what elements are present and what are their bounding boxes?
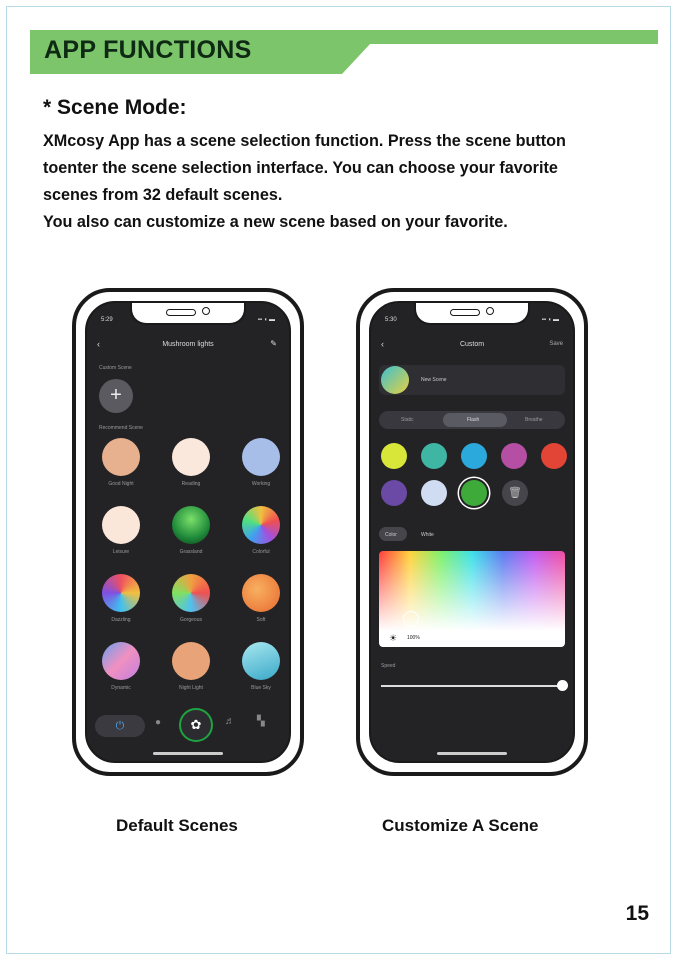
color-swatch[interactable] xyxy=(541,443,567,469)
scene-label: Grassland xyxy=(179,549,203,555)
home-indicator xyxy=(437,752,507,755)
scene-name-row[interactable]: New Scene xyxy=(379,365,565,395)
mode-flash[interactable]: Flash xyxy=(467,417,479,423)
scene-label: Colorful xyxy=(252,549,270,555)
scene-label: Dynamic xyxy=(111,685,131,691)
body-line-2: toenter the scene selection interface. Y… xyxy=(43,159,558,177)
scene-night-light-circle[interactable] xyxy=(172,642,210,680)
color-swatch[interactable] xyxy=(421,480,447,506)
scene-label: Dazzling xyxy=(111,617,131,623)
speed-slider-track[interactable] xyxy=(381,685,561,687)
scene-label: Leisure xyxy=(112,549,130,555)
scene-grassland-circle[interactable] xyxy=(172,506,210,544)
header-title: APP FUNCTIONS xyxy=(44,36,252,64)
status-icons: ▪▪ ◖ ▬ xyxy=(541,317,559,323)
save-button[interactable]: Save xyxy=(549,341,563,347)
color-tab-label: Color xyxy=(385,532,397,538)
scene-leisure-circle[interactable] xyxy=(102,506,140,544)
left-phone-mockup: 5:29 ▪▪ ◖ ▬ ‹ Mushroom lights ✎ Custom S… xyxy=(72,288,304,776)
delete-color-icon[interactable]: 🗑 xyxy=(502,480,528,506)
scene-name: New Scene xyxy=(421,377,447,383)
status-time: 5:29 xyxy=(101,317,113,323)
scene-preview-circle xyxy=(381,366,409,394)
caption-default-scenes: Default Scenes xyxy=(116,816,238,835)
mode-selector: Static Flash Breathe xyxy=(379,411,565,429)
mode-static[interactable]: Static xyxy=(401,417,414,423)
scene-reading-circle[interactable] xyxy=(172,438,210,476)
scene-gorgeous-circle[interactable] xyxy=(172,574,210,612)
phone-notch xyxy=(414,303,530,325)
left-phone-screen: 5:29 ▪▪ ◖ ▬ ‹ Mushroom lights ✎ Custom S… xyxy=(85,301,291,763)
bulb-icon[interactable]: ● xyxy=(155,717,161,728)
home-indicator xyxy=(153,752,223,755)
nav-title: Mushroom lights xyxy=(162,341,214,348)
scene-dazzling-circle[interactable] xyxy=(102,574,140,612)
scene-label: Soft xyxy=(256,617,266,623)
custom-scene-label: Custom Scene xyxy=(99,365,132,371)
brightness-bar[interactable]: ☀ 100% xyxy=(379,631,565,647)
scene-blue-sky-circle[interactable] xyxy=(242,642,280,680)
scene-label: Good Night xyxy=(108,481,134,487)
palette-icon[interactable]: ✿ xyxy=(179,708,213,742)
color-swatch[interactable] xyxy=(461,443,487,469)
speed-label: Speed xyxy=(381,663,396,669)
body-line-1: XMcosy App has a scene selection functio… xyxy=(43,132,566,150)
body-line-4: You also can customize a new scene based… xyxy=(43,213,508,231)
color-swatch[interactable] xyxy=(421,443,447,469)
phone-notch xyxy=(130,303,246,325)
scene-label: Night Light xyxy=(179,685,203,691)
right-phone-mockup: 5:30 ▪▪ ◖ ▬ ‹ Custom Save New Scene Stat… xyxy=(356,288,588,776)
right-phone-screen: 5:30 ▪▪ ◖ ▬ ‹ Custom Save New Scene Stat… xyxy=(369,301,575,763)
nav-title: Custom xyxy=(459,341,485,348)
body-line-3: scenes from 32 default scenes. xyxy=(43,186,283,204)
scene-label: Blue Sky xyxy=(251,685,271,691)
scene-colorful-circle[interactable] xyxy=(242,506,280,544)
caption-customize-scene: Customize A Scene xyxy=(382,816,539,835)
scene-label: Working xyxy=(251,481,271,487)
music-icon[interactable]: ♬ xyxy=(225,716,235,727)
edit-icon[interactable]: ✎ xyxy=(270,339,277,348)
color-swatch[interactable] xyxy=(381,443,407,469)
color-swatch[interactable] xyxy=(501,443,527,469)
sun-icon: ☀ xyxy=(389,633,398,643)
color-swatch[interactable] xyxy=(461,480,487,506)
mode-breathe[interactable]: Breathe xyxy=(525,417,543,423)
scene-dynamic-circle[interactable] xyxy=(102,642,140,680)
power-icon[interactable]: ⏻ xyxy=(95,715,145,737)
white-tab[interactable]: White xyxy=(421,532,434,538)
scene-label: Gorgeous xyxy=(180,617,202,623)
recommend-scene-label: Recommend Scene xyxy=(99,425,143,431)
scene-working-circle[interactable] xyxy=(242,438,280,476)
scene-soft-circle[interactable] xyxy=(242,574,280,612)
color-swatch[interactable] xyxy=(381,480,407,506)
status-icons: ▪▪ ◖ ▬ xyxy=(257,317,275,323)
speed-slider-thumb[interactable] xyxy=(557,680,568,691)
status-time: 5:30 xyxy=(385,317,397,323)
color-picker-handle[interactable] xyxy=(403,611,419,627)
scene-good-night-circle[interactable] xyxy=(102,438,140,476)
grid-icon[interactable]: ▚ xyxy=(257,716,265,727)
page-number: 15 xyxy=(625,902,649,925)
plus-icon[interactable]: + xyxy=(99,379,133,413)
scene-label: Reading xyxy=(181,481,201,487)
brightness-value: 100% xyxy=(407,635,420,641)
section-title: * Scene Mode: xyxy=(43,96,187,119)
